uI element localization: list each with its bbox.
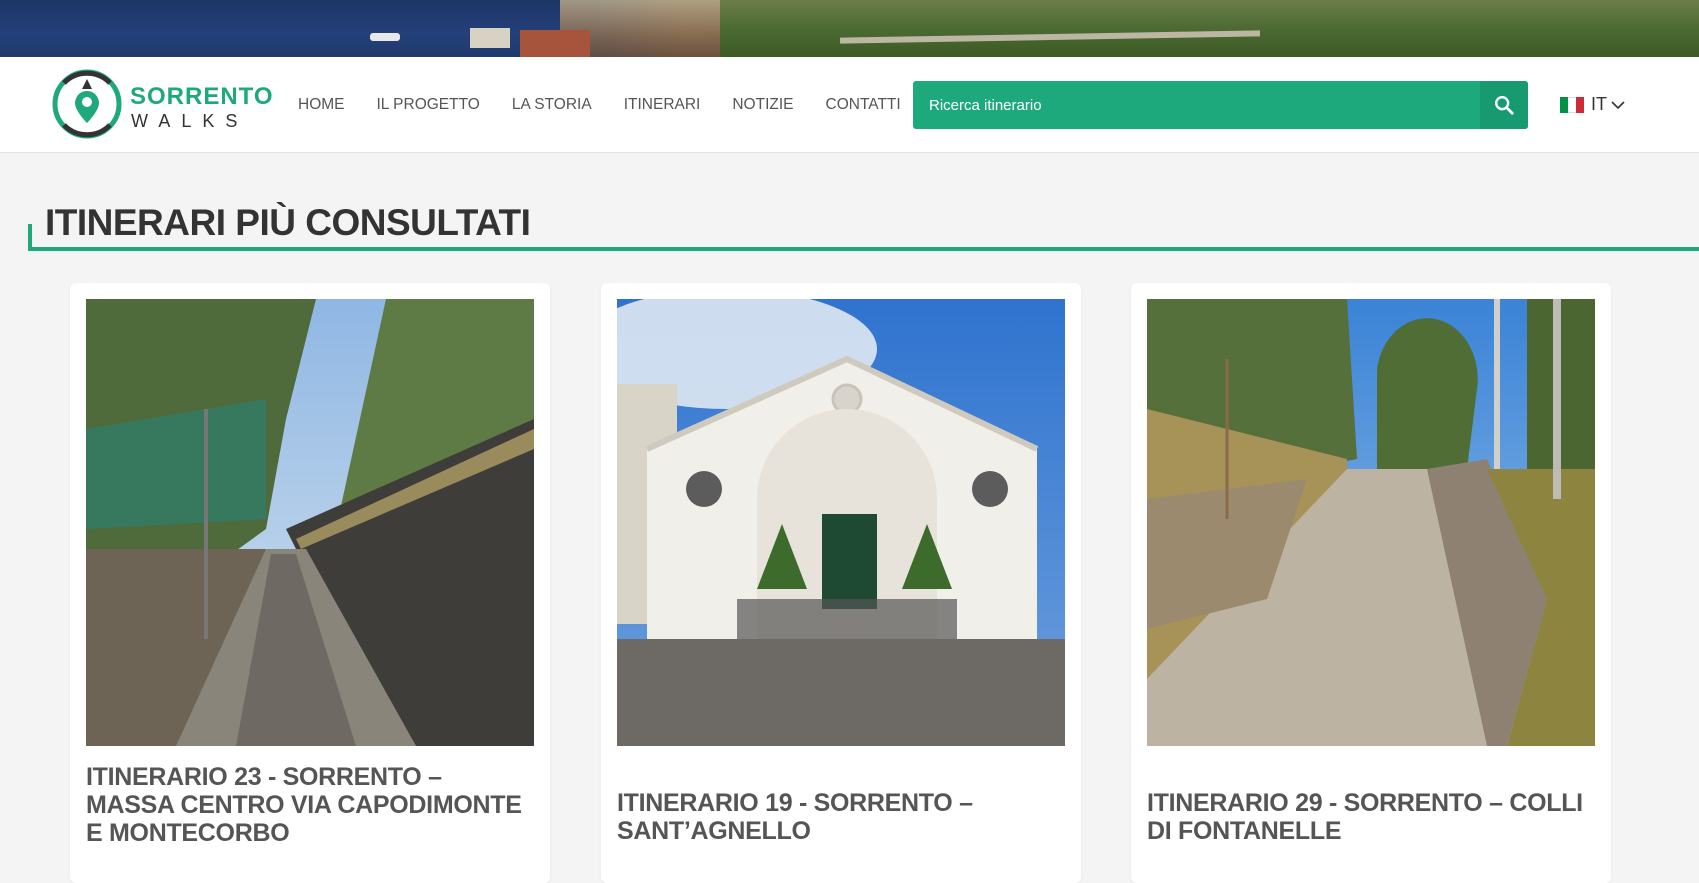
- logo-wordmark-bottom: WALKS: [131, 111, 249, 131]
- itinerary-card[interactable]: ITINERARIO 23 - SORRENTO – MASSA CENTRO …: [70, 283, 550, 883]
- section-title-underline: [28, 247, 1699, 251]
- main-nav: HOME IL PROGETTO LA STORIA ITINERARI NOT…: [298, 57, 933, 153]
- compass-pin-icon: [52, 69, 122, 139]
- itinerary-photo[interactable]: [617, 299, 1065, 746]
- chevron-down-icon: [1611, 100, 1625, 109]
- nav-contatti[interactable]: CONTATTI: [826, 96, 901, 114]
- search-icon: [1495, 96, 1514, 115]
- itinerary-card[interactable]: ITINERARIO 29 - SORRENTO – COLLI DI FONT…: [1131, 283, 1611, 883]
- nav-notizie[interactable]: NOTIZIE: [732, 96, 793, 114]
- itinerary-title[interactable]: ITINERARIO 29 - SORRENTO – COLLI DI FONT…: [1147, 789, 1595, 845]
- section-title: ITINERARI PIÙ CONSULTATI: [45, 202, 531, 243]
- itinerary-photo[interactable]: [1147, 299, 1595, 746]
- itinerary-card[interactable]: ITINERARIO 19 - SORRENTO – SANT’AGNELLO: [601, 283, 1081, 883]
- site-logo[interactable]: SORRENTO WALKS: [50, 67, 280, 143]
- language-code: IT: [1591, 94, 1607, 114]
- italian-flag-icon: [1560, 96, 1584, 113]
- itinerary-photo[interactable]: [86, 299, 534, 746]
- nav-la-storia[interactable]: LA STORIA: [512, 96, 592, 114]
- search-input[interactable]: [913, 81, 1480, 129]
- nav-home[interactable]: HOME: [298, 96, 345, 114]
- search-bar: [913, 81, 1528, 129]
- logo-wordmark-top: SORRENTO: [130, 83, 274, 110]
- itinerary-title[interactable]: ITINERARIO 23 - SORRENTO – MASSA CENTRO …: [86, 763, 534, 847]
- language-selector[interactable]: IT: [1560, 94, 1625, 115]
- site-header: SORRENTO WALKS HOME IL PROGETTO LA STORI…: [0, 57, 1699, 153]
- nav-il-progetto[interactable]: IL PROGETTO: [377, 96, 480, 114]
- hero-banner-image: [0, 0, 1699, 57]
- itinerary-title[interactable]: ITINERARIO 19 - SORRENTO – SANT’AGNELLO: [617, 789, 1065, 845]
- nav-itinerari[interactable]: ITINERARI: [624, 96, 701, 114]
- search-button[interactable]: [1480, 81, 1528, 129]
